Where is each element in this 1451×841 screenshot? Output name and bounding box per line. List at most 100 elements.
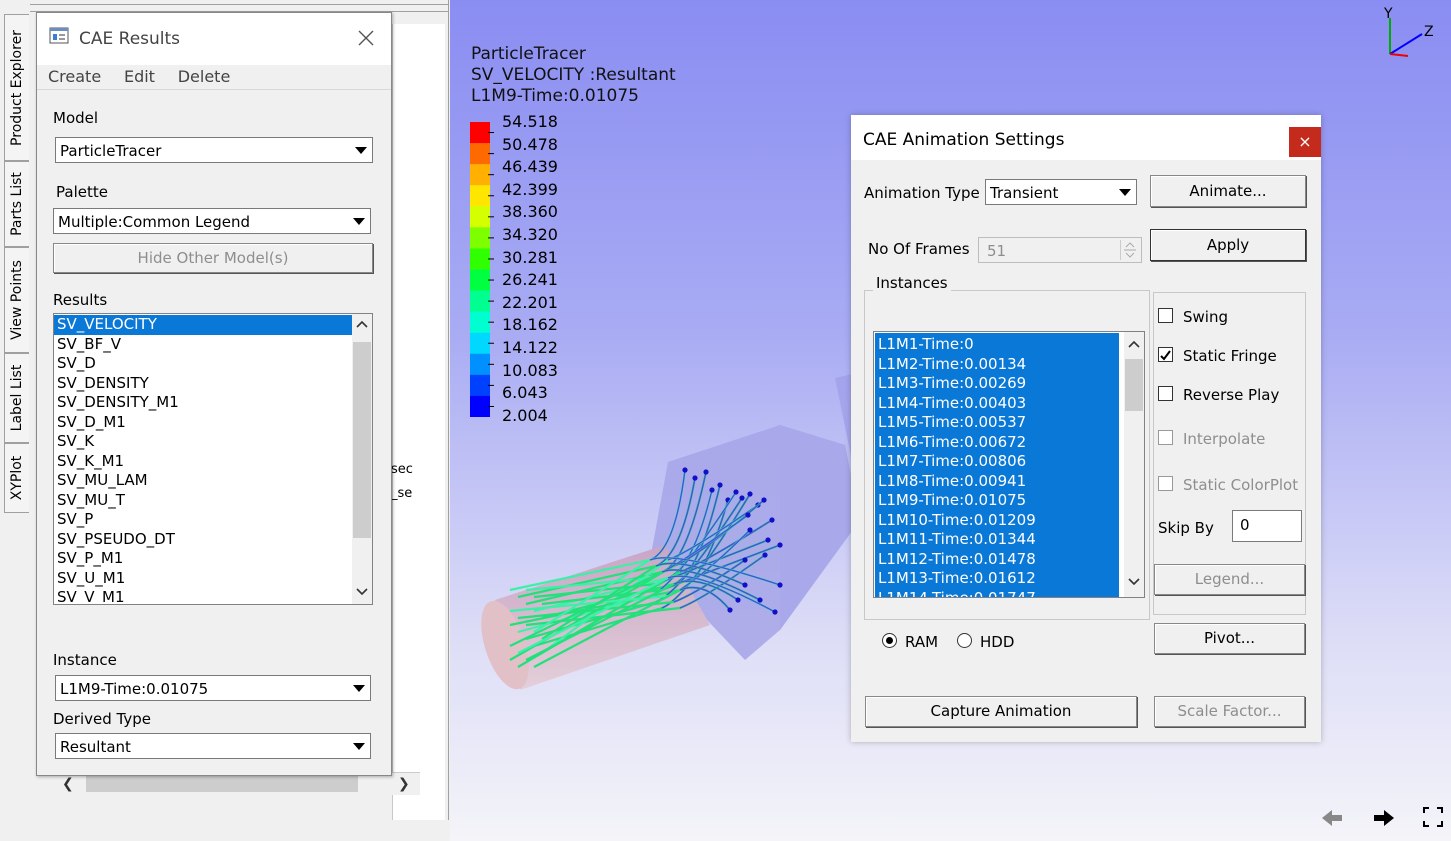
chevron-down-icon[interactable] bbox=[1128, 578, 1140, 586]
tab-parts-list[interactable]: Parts List bbox=[4, 161, 29, 247]
scroll-left-icon[interactable]: ❮ bbox=[62, 776, 74, 792]
particle-dot bbox=[777, 582, 783, 588]
frames-spinbox[interactable]: 51 bbox=[978, 237, 1142, 263]
chevron-down-icon[interactable] bbox=[356, 588, 368, 596]
tab-label: Parts List bbox=[9, 172, 25, 236]
results-list-item[interactable]: SV_K bbox=[54, 432, 352, 452]
model-select[interactable]: ParticleTracer bbox=[55, 137, 373, 163]
legend-button[interactable]: Legend... bbox=[1154, 564, 1305, 595]
results-list-item[interactable]: SV_U_M1 bbox=[54, 569, 352, 589]
results-list-item[interactable]: SV_DENSITY_M1 bbox=[54, 393, 352, 413]
tab-product-explorer[interactable]: Product Explorer bbox=[4, 14, 29, 161]
results-list-item[interactable]: SV_V_M1 bbox=[54, 588, 352, 604]
instances-list[interactable]: L1M1-Time:0 L1M2-Time:0.00134 L1M3-Time:0.… bbox=[873, 331, 1145, 598]
animation-type-select[interactable]: Transient bbox=[985, 179, 1137, 205]
instance-list-item[interactable]: L1M14-Time:0.01747 bbox=[875, 589, 1119, 598]
derived-type-select[interactable]: Resultant bbox=[55, 733, 371, 759]
results-list-item[interactable]: SV_PSEUDO_DT bbox=[54, 530, 352, 550]
ram-radio[interactable] bbox=[882, 633, 897, 648]
tab-label: View Points bbox=[9, 260, 25, 340]
static-colorplot-checkbox[interactable] bbox=[1158, 476, 1173, 491]
hide-other-models-button[interactable]: Hide Other Model(s) bbox=[53, 243, 373, 273]
close-button[interactable]: × bbox=[1289, 127, 1321, 157]
scale-factor-button[interactable]: Scale Factor... bbox=[1154, 696, 1305, 727]
capture-animation-button[interactable]: Capture Animation bbox=[865, 696, 1137, 727]
particle-dot bbox=[703, 469, 709, 475]
scroll-thumb[interactable] bbox=[86, 776, 358, 792]
tab-label-list[interactable]: Label List bbox=[4, 353, 29, 443]
results-list-item[interactable]: SV_BF_V bbox=[54, 335, 352, 355]
next-arrow-icon[interactable] bbox=[1372, 808, 1396, 828]
chevron-down-icon[interactable] bbox=[347, 735, 369, 757]
results-scrollbar[interactable] bbox=[352, 314, 372, 604]
side-tab-strip: Product Explorer Parts List View Points … bbox=[0, 0, 30, 841]
fullscreen-icon[interactable] bbox=[1422, 806, 1444, 828]
instances-scrollbar[interactable] bbox=[1124, 332, 1144, 597]
chevron-down-icon[interactable] bbox=[347, 677, 369, 699]
instance-list-item[interactable]: L1M8-Time:0.00941 bbox=[875, 472, 1119, 492]
instance-list-item[interactable]: L1M2-Time:0.00134 bbox=[875, 355, 1119, 375]
reverse-play-checkbox[interactable] bbox=[1158, 386, 1173, 401]
instance-list-item[interactable]: L1M7-Time:0.00806 bbox=[875, 452, 1119, 472]
palette-select[interactable]: Multiple:Common Legend bbox=[53, 208, 371, 234]
axis-triad-icon: Y Z bbox=[1383, 6, 1434, 57]
checkmark-icon bbox=[1160, 350, 1171, 361]
instance-list-item[interactable]: L1M9-Time:0.01075 bbox=[875, 491, 1119, 511]
results-label: Results bbox=[53, 291, 108, 309]
results-list-item[interactable]: SV_MU_LAM bbox=[54, 471, 352, 491]
instance-select[interactable]: L1M9-Time:0.01075 bbox=[55, 675, 371, 701]
skip-by-input[interactable]: 0 bbox=[1232, 510, 1302, 542]
menu-create[interactable]: Create bbox=[48, 67, 101, 86]
instance-list-item[interactable]: L1M10-Time:0.01209 bbox=[875, 511, 1119, 531]
hdd-radio[interactable] bbox=[957, 633, 972, 648]
results-list-item[interactable]: SV_VELOCITY bbox=[54, 315, 352, 335]
skip-by-value: 0 bbox=[1240, 516, 1250, 534]
close-icon[interactable] bbox=[357, 29, 375, 47]
particle-dot bbox=[747, 527, 753, 533]
apply-button[interactable]: Apply bbox=[1150, 229, 1306, 261]
instance-list-item[interactable]: L1M1-Time:0 bbox=[875, 335, 1119, 355]
instance-list-item[interactable]: L1M5-Time:0.00537 bbox=[875, 413, 1119, 433]
particle-dot bbox=[745, 512, 751, 518]
frames-value: 51 bbox=[987, 242, 1007, 260]
results-list-item[interactable]: SV_DENSITY bbox=[54, 374, 352, 394]
spin-arrows-icon[interactable] bbox=[1120, 240, 1139, 260]
results-list-item[interactable]: SV_K_M1 bbox=[54, 452, 352, 472]
results-list-item[interactable]: SV_P bbox=[54, 510, 352, 530]
instance-list-item[interactable]: L1M3-Time:0.00269 bbox=[875, 374, 1119, 394]
model-value: ParticleTracer bbox=[60, 142, 162, 160]
animate-button[interactable]: Animate... bbox=[1150, 175, 1306, 207]
previous-arrow-icon[interactable] bbox=[1320, 808, 1344, 828]
instance-list-item[interactable]: L1M6-Time:0.00672 bbox=[875, 433, 1119, 453]
results-list-item[interactable]: SV_D_M1 bbox=[54, 413, 352, 433]
particle-dot bbox=[709, 487, 715, 493]
svg-text:Y: Y bbox=[1383, 6, 1393, 22]
results-list[interactable]: SV_VELOCITY SV_BF_V SV_D SV_DENSITY SV_DENSI… bbox=[53, 313, 373, 605]
instance-list-item[interactable]: L1M13-Time:0.01612 bbox=[875, 569, 1119, 589]
results-list-item[interactable]: SV_MU_T bbox=[54, 491, 352, 511]
interpolate-checkbox[interactable] bbox=[1158, 430, 1173, 445]
scroll-thumb[interactable] bbox=[1125, 359, 1143, 411]
chevron-down-icon[interactable] bbox=[349, 139, 371, 161]
instance-list-item[interactable]: L1M11-Time:0.01344 bbox=[875, 530, 1119, 550]
chevron-up-icon[interactable] bbox=[1128, 340, 1140, 348]
static-fringe-checkbox[interactable] bbox=[1158, 347, 1173, 362]
tab-view-points[interactable]: View Points bbox=[4, 247, 29, 353]
results-list-item[interactable]: SV_P_M1 bbox=[54, 549, 352, 569]
particle-dot bbox=[757, 597, 763, 603]
scroll-thumb[interactable] bbox=[353, 342, 371, 538]
tab-label: Product Explorer bbox=[9, 29, 25, 146]
instance-list-item[interactable]: L1M4-Time:0.00403 bbox=[875, 394, 1119, 414]
swing-checkbox[interactable] bbox=[1158, 308, 1173, 323]
tab-xyplot[interactable]: XYPlot bbox=[4, 443, 29, 513]
menu-delete[interactable]: Delete bbox=[178, 67, 231, 86]
cae-results-dialog: CAE Results Create Edit Delete Model Par… bbox=[36, 12, 392, 776]
pivot-button[interactable]: Pivot... bbox=[1154, 623, 1305, 654]
scroll-right-icon[interactable]: ❯ bbox=[398, 776, 410, 792]
chevron-down-icon[interactable] bbox=[1113, 181, 1135, 203]
chevron-up-icon[interactable] bbox=[356, 320, 368, 328]
chevron-down-icon[interactable] bbox=[347, 210, 369, 232]
instance-list-item[interactable]: L1M12-Time:0.01478 bbox=[875, 550, 1119, 570]
menu-edit[interactable]: Edit bbox=[124, 67, 155, 86]
results-list-item[interactable]: SV_D bbox=[54, 354, 352, 374]
